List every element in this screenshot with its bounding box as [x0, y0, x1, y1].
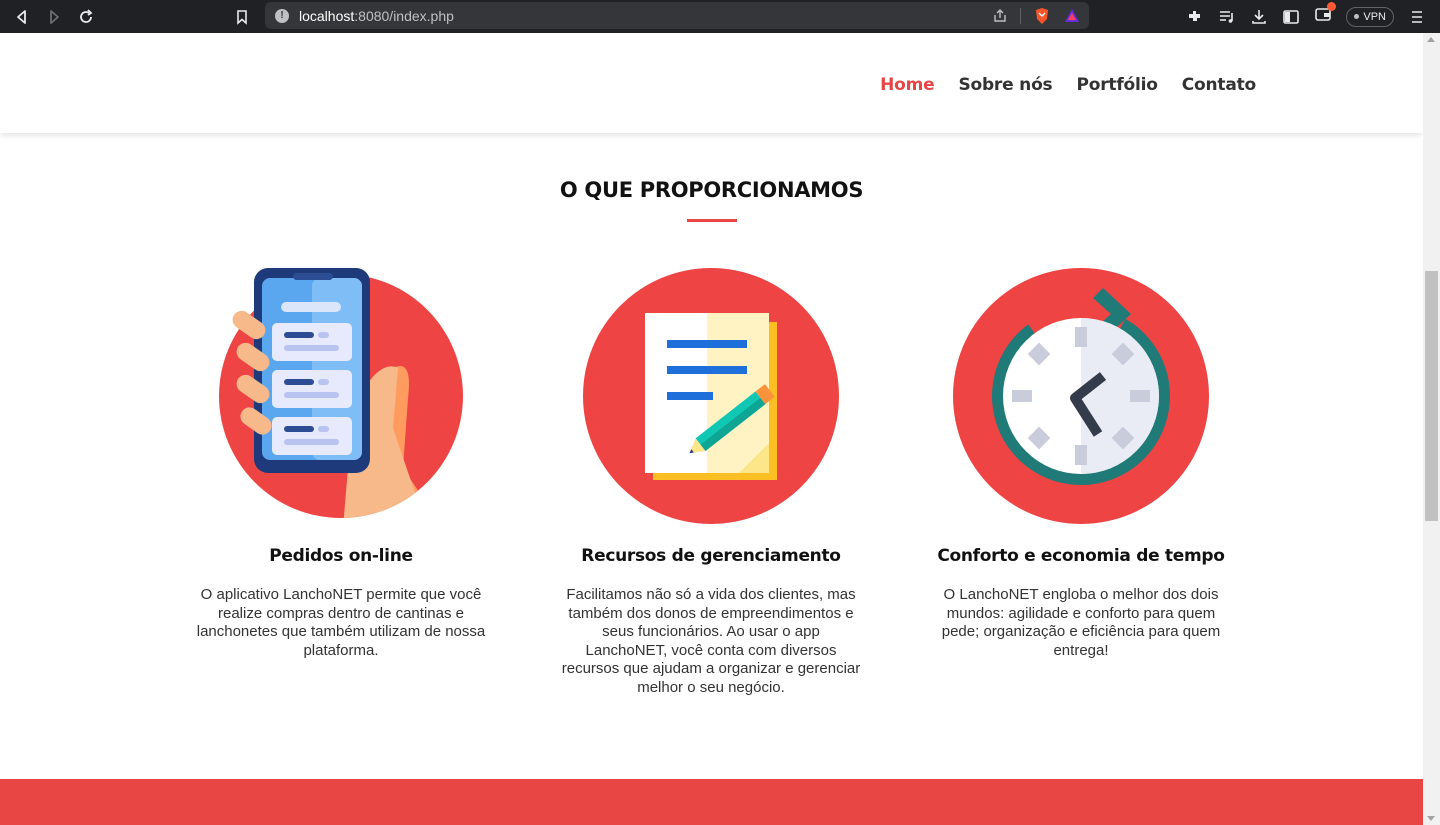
wallet-button[interactable]	[1314, 2, 1337, 28]
site-info-icon[interactable]: !	[275, 8, 289, 23]
vpn-status-dot	[1354, 14, 1360, 19]
feature-text: O LanchoNET engloba o melhor dos dois mu…	[941, 586, 1221, 659]
footer-band	[0, 779, 1423, 825]
phone-hand-icon	[213, 268, 469, 524]
vpn-button[interactable]: VPN	[1346, 6, 1394, 27]
back-icon[interactable]	[6, 0, 38, 33]
clock-refresh-icon	[953, 268, 1209, 524]
feature-title: Recursos de gerenciamento	[581, 546, 841, 566]
brave-shield-icon[interactable]	[1033, 7, 1051, 25]
address-bar[interactable]: ! localhost:8080/index.php	[265, 2, 1089, 29]
scrollbar-thumb[interactable]	[1425, 271, 1438, 521]
extensions-icon[interactable]	[1186, 8, 1204, 26]
feature-card: Recursos de gerenciamento Facilitamos nã…	[541, 268, 881, 697]
site-header: Home Sobre nós Portfólio Contato	[0, 33, 1423, 133]
playlist-icon[interactable]	[1218, 8, 1236, 26]
brave-rewards-icon[interactable]	[1063, 7, 1081, 25]
notification-dot	[1327, 2, 1337, 11]
scroll-down-icon[interactable]	[1427, 816, 1435, 821]
nav-sobre-nos[interactable]: Sobre nós	[958, 75, 1052, 95]
nav-contato[interactable]: Contato	[1182, 75, 1256, 95]
forward-icon[interactable]	[38, 0, 70, 33]
sidebar-icon[interactable]	[1282, 8, 1300, 26]
scroll-up-icon[interactable]	[1427, 37, 1435, 42]
page-viewport: Home Sobre nós Portfólio Contato O QUE P…	[0, 33, 1423, 825]
feature-text: O aplicativo LanchoNET permite que você …	[196, 586, 486, 659]
url-text[interactable]: localhost:8080/index.php	[299, 8, 454, 24]
section-title: O QUE PROPORCIONAMOS	[559, 178, 864, 202]
main-nav: Home Sobre nós Portfólio Contato	[880, 75, 1256, 95]
divider	[1020, 7, 1021, 24]
menu-icon[interactable]	[1408, 8, 1426, 26]
share-icon[interactable]	[992, 8, 1008, 24]
bookmark-icon[interactable]	[226, 0, 258, 33]
nav-home[interactable]: Home	[880, 75, 935, 95]
feature-text: Facilitamos não só a vida dos clientes, …	[561, 586, 861, 696]
download-icon[interactable]	[1250, 8, 1268, 26]
page-scrollbar[interactable]	[1423, 33, 1440, 825]
feature-title: Conforto e economia de tempo	[937, 546, 1225, 566]
document-pencil-icon	[583, 268, 839, 524]
feature-title: Pedidos on-line	[269, 546, 413, 566]
nav-portfolio[interactable]: Portfólio	[1076, 75, 1157, 95]
browser-toolbar: ! localhost:8080/index.php VPN	[0, 0, 1440, 33]
reload-icon[interactable]	[70, 0, 102, 33]
title-underline	[687, 219, 737, 222]
vpn-label: VPN	[1363, 10, 1386, 23]
feature-card: Pedidos on-line O aplicativo LanchoNET p…	[171, 268, 511, 660]
feature-card: Conforto e economia de tempo O LanchoNET…	[911, 268, 1251, 660]
